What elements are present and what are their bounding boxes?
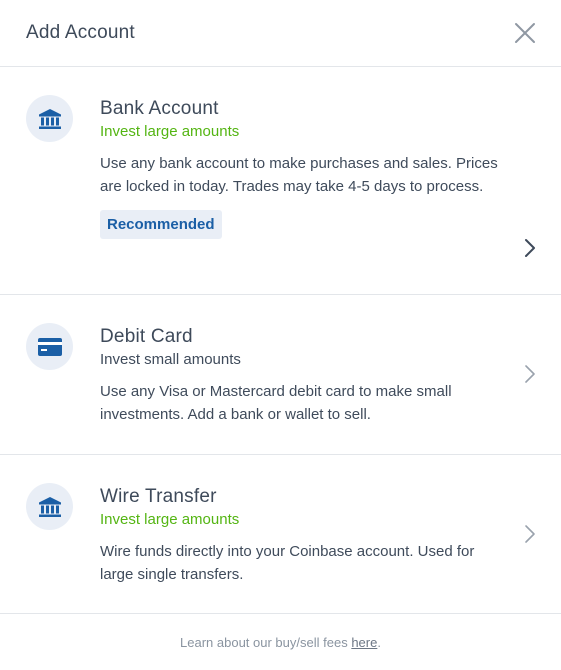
add-account-modal: Add Account Bank Account Invest large am… [0, 0, 561, 670]
close-button[interactable] [513, 21, 537, 45]
option-title: Bank Account [100, 98, 219, 119]
card-icon-circle [26, 323, 73, 370]
option-description: Use any Visa or Mastercard debit card to… [100, 383, 452, 423]
option-wire-transfer[interactable]: Wire Transfer Invest large amounts Wire … [0, 455, 561, 614]
chevron-right-icon [523, 363, 537, 385]
credit-card-icon [37, 337, 62, 356]
bank-icon-circle [26, 483, 73, 530]
modal-title: Add Account [26, 22, 135, 43]
option-subtitle: Invest large amounts [100, 123, 240, 140]
chevron-right-icon [523, 237, 537, 259]
option-description: Wire funds directly into your Coinbase a… [100, 543, 475, 583]
option-title: Debit Card [100, 326, 193, 347]
fees-text: Learn about our buy/sell fees [180, 634, 352, 650]
fees-link[interactable]: here [351, 635, 377, 650]
option-content: Debit Card Invest small amounts Use any … [100, 325, 509, 426]
option-debit-card[interactable]: Debit Card Invest small amounts Use any … [0, 295, 561, 455]
chevron-right-icon [523, 523, 537, 545]
bank-icon [38, 108, 61, 129]
modal-header: Add Account [0, 0, 561, 67]
option-content: Wire Transfer Invest large amounts Wire … [100, 485, 509, 586]
option-description: Use any bank account to make purchases a… [100, 155, 498, 195]
bank-icon-circle [26, 95, 73, 142]
option-content: Bank Account Invest large amounts Use an… [100, 97, 509, 239]
option-title: Wire Transfer [100, 486, 217, 507]
modal-footer: Learn about our buy/sell fees here. [0, 614, 561, 670]
option-subtitle: Invest large amounts [100, 511, 240, 528]
option-bank-account[interactable]: Bank Account Invest large amounts Use an… [0, 67, 561, 295]
recommended-badge: Recommended [100, 210, 222, 239]
bank-icon [38, 496, 61, 517]
close-icon [515, 23, 535, 43]
fees-text-period: . [377, 634, 381, 650]
option-subtitle: Invest small amounts [100, 351, 241, 368]
